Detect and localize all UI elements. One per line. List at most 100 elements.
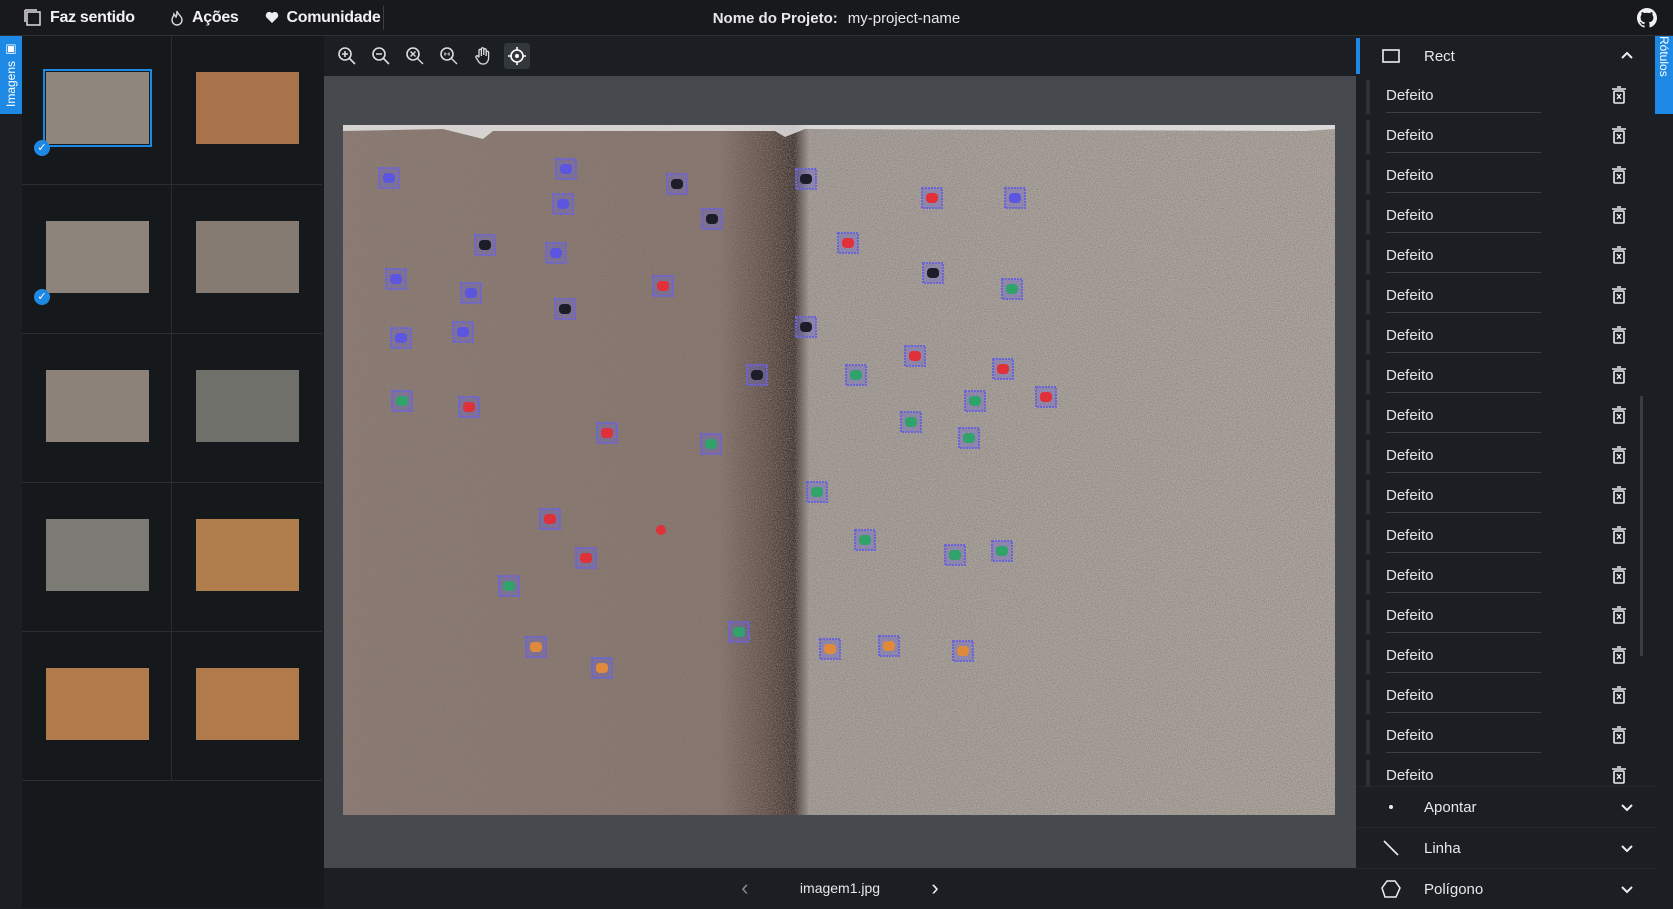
- delete-icon[interactable]: [1611, 86, 1627, 104]
- annotation-box[interactable]: [944, 544, 966, 566]
- label-name[interactable]: Defeito: [1386, 560, 1541, 593]
- delete-icon[interactable]: [1611, 406, 1627, 424]
- next-image-button[interactable]: ›: [920, 873, 950, 903]
- annotation-box[interactable]: [460, 282, 482, 304]
- thumbnail-cell[interactable]: ✓: [22, 185, 172, 334]
- annotation-box[interactable]: [1035, 386, 1057, 408]
- annotation-box[interactable]: [991, 540, 1013, 562]
- delete-icon[interactable]: [1611, 166, 1627, 184]
- label-name[interactable]: Defeito: [1386, 520, 1541, 553]
- focus-button[interactable]: [504, 43, 530, 69]
- thumbnail-cell[interactable]: [172, 632, 322, 781]
- image-thumbnail[interactable]: [196, 370, 299, 442]
- annotation-box[interactable]: [539, 508, 561, 530]
- menu-comunidade[interactable]: Comunidade: [251, 0, 393, 35]
- thumbnail-cell[interactable]: [22, 334, 172, 483]
- annotation-box[interactable]: [746, 364, 768, 386]
- annotation-box[interactable]: [545, 242, 567, 264]
- annotation-box[interactable]: [652, 275, 674, 297]
- annotation-box[interactable]: [378, 167, 400, 189]
- label-name[interactable]: Defeito: [1386, 640, 1541, 673]
- annotation-box[interactable]: [854, 529, 876, 551]
- label-item[interactable]: Defeito: [1356, 556, 1655, 596]
- delete-icon[interactable]: [1611, 726, 1627, 744]
- annotation-canvas[interactable]: [343, 125, 1335, 815]
- delete-icon[interactable]: [1611, 646, 1627, 664]
- label-item[interactable]: Defeito: [1356, 476, 1655, 516]
- annotation-box[interactable]: [555, 158, 577, 180]
- image-thumbnail[interactable]: [46, 221, 149, 293]
- tab-imagens[interactable]: Imagens ▣: [0, 36, 22, 114]
- delete-icon[interactable]: [1611, 126, 1627, 144]
- annotation-box[interactable]: [552, 193, 574, 215]
- tab-rotulos[interactable]: Rótulos: [1655, 36, 1673, 114]
- label-name[interactable]: Defeito: [1386, 280, 1541, 313]
- thumbnail-cell[interactable]: ✓: [22, 36, 172, 185]
- annotation-box[interactable]: [1001, 278, 1023, 300]
- label-item[interactable]: Defeito: [1356, 596, 1655, 636]
- thumbnail-cell[interactable]: [172, 36, 322, 185]
- chevron-down-icon[interactable]: [1619, 799, 1635, 815]
- label-name[interactable]: Defeito: [1386, 80, 1541, 113]
- thumbnail-cell[interactable]: [172, 483, 322, 632]
- thumbnail-cell[interactable]: [22, 632, 172, 781]
- annotation-box[interactable]: [591, 657, 613, 679]
- image-thumbnail[interactable]: [46, 370, 149, 442]
- delete-icon[interactable]: [1611, 326, 1627, 344]
- label-name[interactable]: Defeito: [1386, 240, 1541, 273]
- label-name[interactable]: Defeito: [1386, 320, 1541, 353]
- annotation-box[interactable]: [452, 321, 474, 343]
- tool-section-rect[interactable]: Rect: [1356, 36, 1655, 76]
- label-name[interactable]: Defeito: [1386, 480, 1541, 513]
- label-item[interactable]: Defeito: [1356, 156, 1655, 196]
- label-item[interactable]: Defeito: [1356, 756, 1655, 786]
- annotation-box[interactable]: [728, 621, 750, 643]
- annotation-box[interactable]: [575, 547, 597, 569]
- thumbnail-cell[interactable]: [22, 483, 172, 632]
- label-item[interactable]: Defeito: [1356, 76, 1655, 116]
- delete-icon[interactable]: [1611, 686, 1627, 704]
- chevron-down-icon[interactable]: [1619, 881, 1635, 897]
- annotation-box[interactable]: [498, 575, 520, 597]
- tool-section-poligono[interactable]: Polígono: [1356, 868, 1655, 909]
- annotation-box[interactable]: [952, 640, 974, 662]
- previous-image-button[interactable]: ‹: [730, 873, 760, 903]
- annotation-box[interactable]: [922, 262, 944, 284]
- annotation-box[interactable]: [878, 635, 900, 657]
- annotation-box[interactable]: [390, 327, 412, 349]
- chevron-down-icon[interactable]: [1619, 840, 1635, 856]
- annotation-box[interactable]: [806, 481, 828, 503]
- label-name[interactable]: Defeito: [1386, 120, 1541, 153]
- github-icon[interactable]: [1637, 8, 1657, 28]
- annotation-box[interactable]: [701, 208, 723, 230]
- delete-icon[interactable]: [1611, 366, 1627, 384]
- annotation-box[interactable]: [666, 173, 688, 195]
- annotation-box[interactable]: [837, 232, 859, 254]
- label-name[interactable]: Defeito: [1386, 440, 1541, 473]
- menu-faz-sentido[interactable]: Faz sentido: [0, 0, 156, 35]
- label-item[interactable]: Defeito: [1356, 436, 1655, 476]
- label-name[interactable]: Defeito: [1386, 160, 1541, 193]
- thumbnail-cell[interactable]: [172, 185, 322, 334]
- label-item[interactable]: Defeito: [1356, 316, 1655, 356]
- annotation-box[interactable]: [900, 411, 922, 433]
- chevron-up-icon[interactable]: [1619, 48, 1635, 64]
- label-item[interactable]: Defeito: [1356, 276, 1655, 316]
- annotation-box[interactable]: [964, 390, 986, 412]
- annotation-box[interactable]: [992, 358, 1014, 380]
- label-item[interactable]: Defeito: [1356, 356, 1655, 396]
- annotation-box[interactable]: [958, 427, 980, 449]
- delete-icon[interactable]: [1611, 766, 1627, 784]
- label-name[interactable]: Defeito: [1386, 360, 1541, 393]
- image-thumbnail[interactable]: [46, 668, 149, 740]
- annotation-box[interactable]: [904, 345, 926, 367]
- annotation-box[interactable]: [795, 168, 817, 190]
- label-item[interactable]: Defeito: [1356, 116, 1655, 156]
- delete-icon[interactable]: [1611, 486, 1627, 504]
- annotation-box[interactable]: [795, 316, 817, 338]
- zoom-out-button[interactable]: [368, 43, 394, 69]
- tool-section-linha[interactable]: Linha: [1356, 827, 1655, 868]
- label-name[interactable]: Defeito: [1386, 760, 1541, 786]
- delete-icon[interactable]: [1611, 606, 1627, 624]
- image-thumbnail[interactable]: [196, 519, 299, 591]
